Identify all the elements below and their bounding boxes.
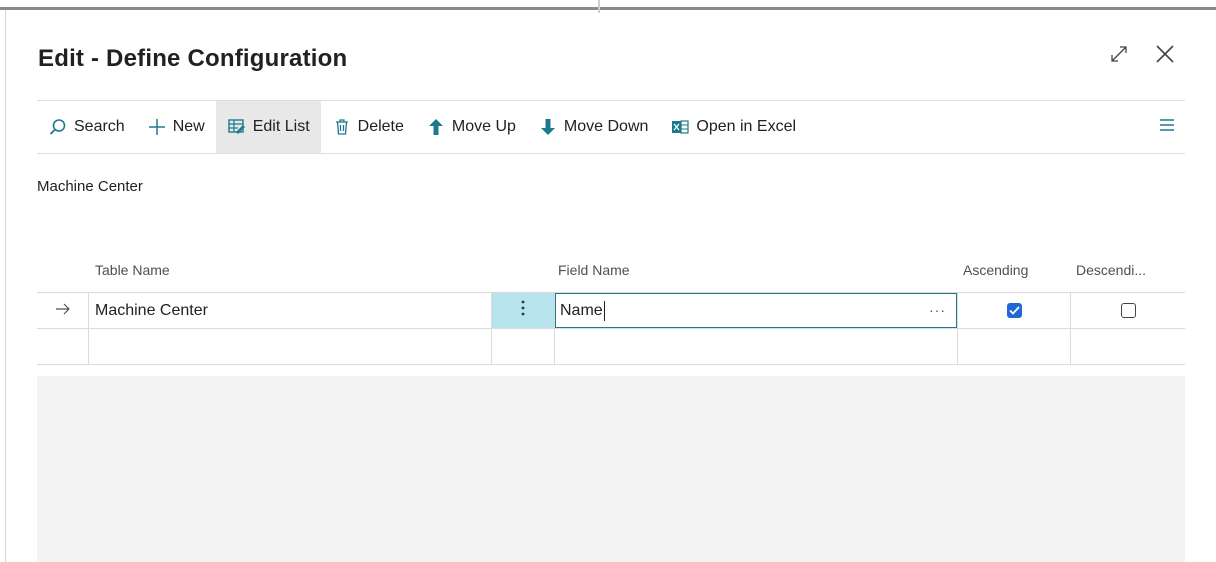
row-indicator xyxy=(37,329,88,364)
column-header-field-name[interactable]: Field Name xyxy=(558,262,630,278)
descending-cell[interactable] xyxy=(1070,329,1185,364)
move-down-button[interactable]: Move Down xyxy=(527,101,659,153)
arrow-right-icon xyxy=(55,302,71,320)
field-name-cell[interactable] xyxy=(554,329,957,364)
text-caret xyxy=(603,300,605,321)
action-toolbar: Search New Edit List Delete Move Up Move… xyxy=(37,100,1185,154)
search-button[interactable]: Search xyxy=(37,101,136,153)
more-vertical-icon xyxy=(521,300,525,321)
configuration-grid: Table Name Field Name Ascending Descendi… xyxy=(37,256,1185,365)
column-header-table-name[interactable]: Table Name xyxy=(95,262,170,278)
dialog: Edit - Define Configuration Search New E… xyxy=(7,13,1216,562)
row-actions-button[interactable] xyxy=(491,293,554,328)
descending-cell xyxy=(1070,293,1185,328)
new-button[interactable]: New xyxy=(136,101,216,153)
delete-label: Delete xyxy=(357,118,404,135)
table-name-cell[interactable]: Machine Center xyxy=(88,293,491,328)
move-down-label: Move Down xyxy=(563,118,649,135)
edit-list-label: Edit List xyxy=(252,118,310,135)
expand-icon[interactable] xyxy=(1106,41,1132,67)
field-name-input[interactable]: Name ··· xyxy=(555,293,957,328)
list-menu-button[interactable] xyxy=(1149,101,1185,153)
grid-header: Table Name Field Name Ascending Descendi… xyxy=(37,256,1185,292)
ascending-cell[interactable] xyxy=(957,329,1070,364)
search-icon xyxy=(48,117,68,137)
arrow-up-icon xyxy=(426,117,446,137)
table-name-cell[interactable] xyxy=(88,329,491,364)
window-top-bar xyxy=(0,0,1216,10)
ascending-cell xyxy=(957,293,1070,328)
lookup-ellipsis-icon[interactable]: ··· xyxy=(929,302,946,318)
column-header-descending[interactable]: Descendi... xyxy=(1076,262,1146,278)
new-label: New xyxy=(172,118,205,135)
excel-icon xyxy=(670,117,690,137)
field-name-value: Name xyxy=(560,301,603,319)
field-name-cell: Name ··· xyxy=(554,293,957,328)
background-edge xyxy=(0,10,6,562)
hamburger-icon xyxy=(1159,118,1175,137)
search-label: Search xyxy=(74,118,125,135)
page-subtitle: Machine Center xyxy=(37,178,143,195)
move-up-button[interactable]: Move Up xyxy=(415,101,527,153)
open-in-excel-label: Open in Excel xyxy=(696,118,797,135)
table-row[interactable]: Machine Center Name ··· xyxy=(37,293,1185,329)
table-row[interactable] xyxy=(37,329,1185,365)
grid-rows: Machine Center Name ··· xyxy=(37,292,1185,365)
column-header-ascending[interactable]: Ascending xyxy=(963,262,1028,278)
row-indicator xyxy=(37,293,88,328)
move-up-label: Move Up xyxy=(451,118,516,135)
edit-list-button[interactable]: Edit List xyxy=(215,101,321,153)
trash-icon xyxy=(332,117,352,137)
row-actions-cell[interactable] xyxy=(491,329,554,364)
edit-list-icon xyxy=(227,117,247,137)
dialog-title: Edit - Define Configuration xyxy=(38,45,348,72)
grid-empty-area xyxy=(37,376,1185,562)
plus-icon xyxy=(147,117,167,137)
dialog-actions xyxy=(1106,41,1178,67)
window-divider xyxy=(598,0,600,13)
ascending-checkbox[interactable] xyxy=(1006,303,1022,318)
descending-checkbox[interactable] xyxy=(1120,303,1136,318)
close-icon[interactable] xyxy=(1152,41,1178,67)
open-in-excel-button[interactable]: Open in Excel xyxy=(659,101,807,153)
delete-button[interactable]: Delete xyxy=(321,101,415,153)
arrow-down-icon xyxy=(538,117,558,137)
